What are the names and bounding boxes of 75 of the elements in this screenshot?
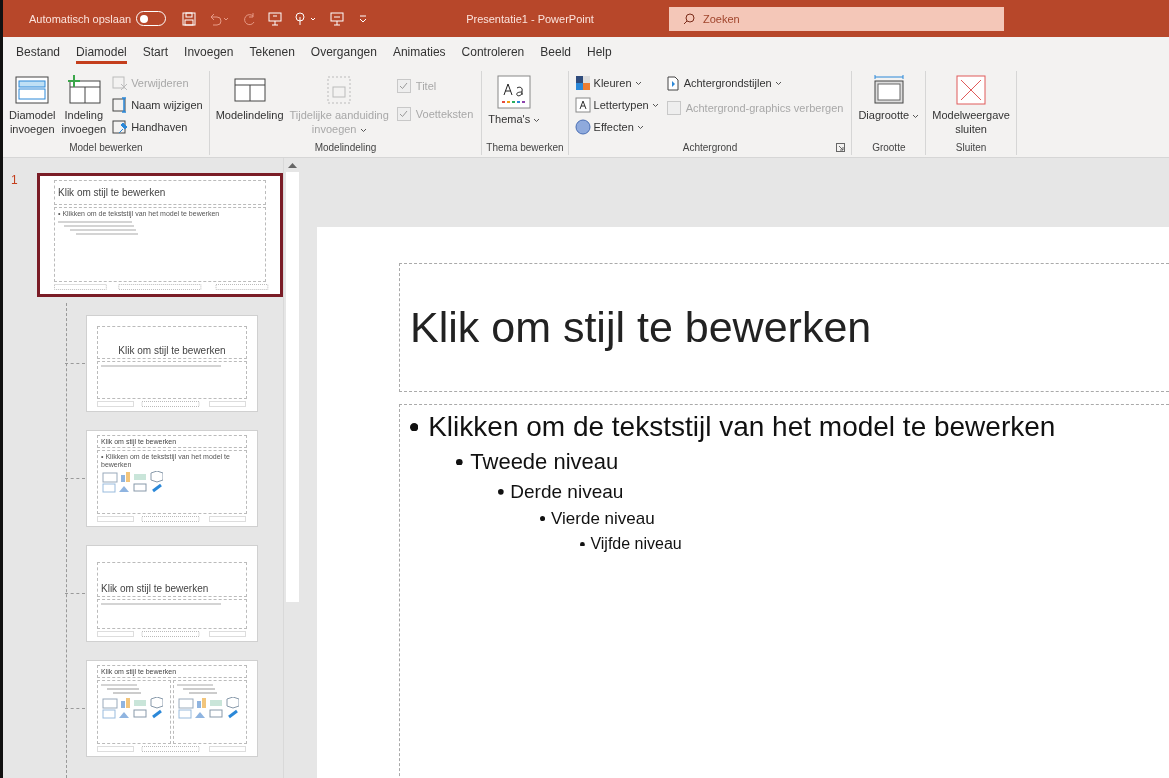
bullet-icon: [580, 541, 585, 547]
bullet-icon: [456, 458, 463, 466]
delete-icon: [112, 75, 129, 91]
bullet-text: Klikken om de tekststijl van het model te bewerken: [428, 411, 1056, 443]
content-icons-drawing: [101, 471, 163, 493]
theme-font-icon: [497, 75, 532, 109]
bullet-text: Vierde niveau: [551, 509, 655, 529]
effects-icon: [574, 119, 591, 135]
group-label: Modelindeling: [314, 141, 377, 155]
fonts-icon: [574, 97, 591, 113]
ribbon-tab[interactable]: Beeld: [532, 37, 579, 67]
layout-icon: [231, 75, 268, 105]
thumbnail-title: Klik om stijl te bewerken: [97, 562, 247, 597]
ribbon-button[interactable]: Diagrootte: [856, 73, 922, 124]
ribbon-tab[interactable]: Tekenen: [241, 37, 303, 67]
search-field[interactable]: Zoeken: [668, 6, 1004, 31]
ribbon-button[interactable]: Thema's: [486, 73, 543, 128]
redo-icon[interactable]: [242, 11, 257, 26]
bullet-icon: [410, 422, 419, 432]
ribbon-tab[interactable]: Help: [579, 37, 620, 67]
pin-icon: [112, 119, 129, 135]
save-icon[interactable]: [182, 11, 197, 26]
slide-master-icon: [14, 75, 51, 105]
bullet-icon: [540, 516, 546, 522]
group-label: Thema bewerken: [486, 141, 564, 155]
check-icon: [399, 82, 409, 90]
thumbnail-title: Klik om stijl te bewerken: [54, 180, 266, 205]
ribbon-button[interactable]: Modelindeling: [213, 73, 286, 124]
ribbon-tab[interactable]: Overgangen: [302, 37, 385, 67]
presentation-icon[interactable]: [268, 11, 283, 26]
ribbon-button[interactable]: Kleuren: [572, 73, 661, 93]
group-label: Model bewerken: [69, 141, 143, 155]
ribbon-tab[interactable]: Controleren: [453, 37, 533, 67]
content-icons-drawing: [101, 697, 163, 719]
ribbon-button[interactable]: Naam wijzigen: [110, 95, 205, 115]
background-styles-icon: [664, 75, 681, 91]
ribbon-tab[interactable]: Animaties: [384, 37, 454, 67]
rename-icon: [112, 97, 129, 113]
bullet-text: Tweede niveau: [470, 449, 619, 475]
insert-layout-icon: [65, 75, 102, 105]
slide-thumbnail[interactable]: Klik om stijl te bewerken: [86, 545, 258, 642]
ribbon-button[interactable]: Effecten: [572, 117, 661, 137]
window-title: Presentatie1 - PowerPoint: [466, 12, 594, 25]
ribbon-button[interactable]: Diamodel invoegen: [7, 73, 58, 138]
content-icons-drawing: [177, 697, 239, 719]
autosave-label: Automatisch opslaan: [29, 12, 132, 25]
slide-title: Klik om stijl te bewerken: [399, 263, 1169, 392]
text-lines-drawing: [101, 683, 141, 695]
group-label: Achtergrond: [682, 141, 738, 155]
check-icon: [399, 110, 409, 118]
ribbon-tab[interactable]: Diamodel: [68, 37, 135, 67]
scrollbar[interactable]: [283, 158, 301, 778]
slide-thumbnail[interactable]: Klik om stijl te bewerken: [86, 315, 258, 412]
undo-icon[interactable]: [208, 11, 231, 26]
text-lines-drawing: [177, 683, 217, 695]
slide-number: 1: [11, 173, 19, 187]
ribbon-button[interactable]: Indeling invoegen: [59, 73, 109, 138]
dialog-launcher-icon[interactable]: [836, 143, 846, 152]
colors-icon: [574, 75, 591, 91]
slideshow-icon[interactable]: [330, 11, 345, 26]
search-icon: [682, 12, 695, 25]
bullet-text: Vijfde niveau: [590, 535, 682, 553]
ribbon-button[interactable]: Achtergrondstijlen: [662, 73, 848, 93]
ribbon-tab[interactable]: Start: [134, 37, 177, 67]
ribbon-button[interactable]: Lettertypen: [572, 95, 661, 115]
group-label: Grootte: [872, 141, 906, 155]
ribbon-button[interactable]: Modelweergave sluiten: [930, 73, 1012, 138]
scroll-up-icon[interactable]: [288, 162, 297, 168]
group-label: Sluiten: [955, 141, 987, 155]
ribbon-tab[interactable]: Invoegen: [176, 37, 242, 67]
bullet-icon: [498, 489, 504, 495]
ribbon-tab[interactable]: Bestand: [8, 37, 69, 67]
ribbon-button[interactable]: Handhaven: [110, 117, 205, 137]
bullet-text: Derde niveau: [510, 481, 624, 503]
thumbnail-title: Klik om stijl te bewerken: [97, 326, 247, 359]
